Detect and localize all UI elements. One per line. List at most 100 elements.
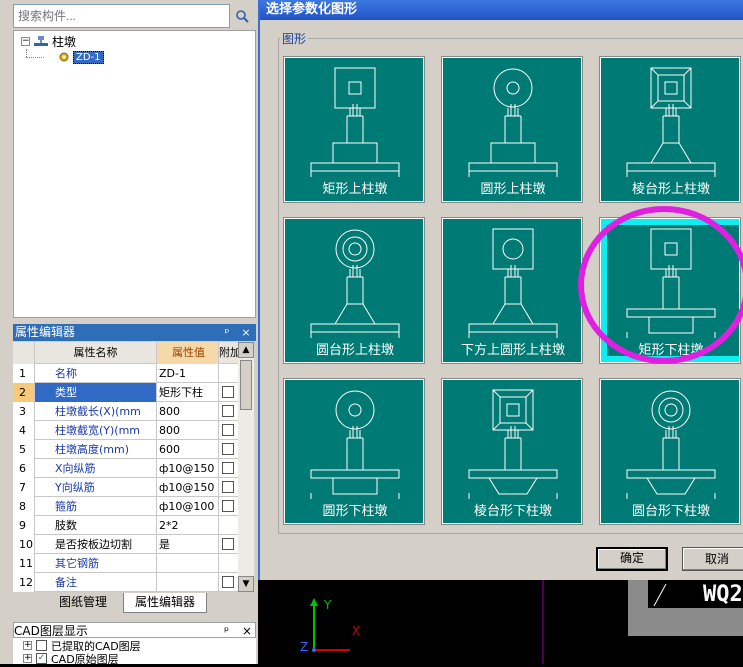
header-name: 属性名称 — [35, 342, 157, 364]
tab-drawing-management[interactable]: 图纸管理 — [33, 593, 133, 613]
shape-tile[interactable]: 矩形上柱墩 — [283, 56, 425, 203]
extra-checkbox[interactable] — [222, 538, 234, 550]
extra-checkbox[interactable] — [222, 386, 234, 398]
pier-icon — [34, 36, 48, 46]
shape-tile[interactable]: 圆形上柱墩 — [441, 56, 583, 203]
scroll-thumb[interactable] — [240, 360, 252, 410]
tree-item-zd1[interactable]: ZD-1 — [58, 49, 104, 65]
property-table: 属性名称 属性值 附加 1 名称 ZD-1 2 类型 矩形下柱 3 柱墩截长(X)(mm 800… — [13, 342, 238, 592]
property-value[interactable]: ф10@100 — [157, 497, 219, 516]
extra-checkbox[interactable] — [222, 443, 234, 455]
shape-tile[interactable]: 棱台形下柱墩 — [441, 378, 583, 525]
table-header: 属性名称 属性值 附加 — [13, 342, 238, 364]
property-value[interactable]: ф10@150 — [157, 478, 219, 497]
ok-button[interactable]: 确定 — [596, 547, 668, 571]
canvas-drawing — [310, 580, 743, 664]
property-value[interactable]: 800 — [157, 421, 219, 440]
shape-label: 圆形上柱墩 — [480, 182, 546, 197]
extra-checkbox[interactable] — [222, 405, 234, 417]
property-value[interactable]: 800 — [157, 402, 219, 421]
table-row[interactable]: 10 是否按板边切割是 — [13, 535, 238, 554]
shape-label: 下方上圆形上柱墩 — [460, 343, 565, 358]
table-row[interactable]: 11 其它钢筋 — [13, 554, 238, 573]
bottom-tabs: 图纸管理 属性编辑器 — [13, 593, 256, 615]
expand-icon[interactable]: + — [23, 654, 32, 663]
search-icon[interactable] — [232, 5, 252, 27]
layer-checkbox[interactable] — [36, 640, 47, 651]
tree-item-label: 柱墩 — [52, 34, 77, 49]
component-tree: − 柱墩 ZD-1 — [13, 30, 256, 318]
cad-layer-item[interactable]: + ✓ CAD原始图层 — [23, 652, 119, 666]
cancel-button[interactable]: 取消 — [682, 547, 743, 571]
group-label: 图形 — [280, 30, 309, 47]
shape-label: 棱台形下柱墩 — [473, 504, 552, 519]
scroll-down-icon[interactable]: ▼ — [238, 576, 254, 592]
property-value[interactable] — [157, 573, 219, 592]
shape-label: 矩形上柱墩 — [322, 182, 388, 197]
table-row[interactable]: 1 名称 ZD-1 — [13, 364, 238, 383]
property-name: 柱墩截宽(Y)(mm — [35, 421, 157, 440]
extra-checkbox[interactable] — [222, 576, 234, 588]
property-value[interactable]: 2*2 — [157, 516, 219, 535]
header-extra: 附加 — [219, 346, 238, 359]
panel-title: 属性编辑器 — [15, 325, 76, 339]
property-name: X向纵筋 — [35, 459, 157, 478]
extra-checkbox[interactable] — [222, 424, 234, 436]
panel-title: CAD图层显示 — [14, 624, 88, 638]
property-scrollbar[interactable]: ▲ ▼ — [238, 342, 254, 592]
search-input[interactable] — [13, 4, 230, 28]
property-value[interactable]: ф10@150 — [157, 459, 219, 478]
table-row[interactable]: 7 Y向纵筋 ф10@150 — [13, 478, 238, 497]
property-value[interactable]: 矩形下柱 — [157, 383, 219, 402]
row-number: 3 — [13, 402, 35, 421]
property-editor-titlebar: 属性编辑器 ᵖ × — [13, 324, 256, 341]
property-name: Y向纵筋 — [35, 478, 157, 497]
shape-tile[interactable]: 圆台形上柱墩 — [283, 217, 425, 364]
layer-label: CAD原始图层 — [51, 652, 119, 666]
table-row[interactable]: 9 肢数 2*2 — [13, 516, 238, 535]
dialog-title: 选择参数化图形 — [260, 0, 743, 20]
property-value[interactable]: ZD-1 — [157, 364, 219, 383]
gear-icon — [59, 52, 69, 62]
extra-checkbox[interactable] — [222, 462, 234, 474]
table-row[interactable]: 4 柱墩截宽(Y)(mm 800 — [13, 421, 238, 440]
table-row[interactable]: 5 柱墩高度(mm) 600 — [13, 440, 238, 459]
extra-checkbox[interactable] — [222, 481, 234, 493]
shape-tile[interactable]: 下方上圆形上柱墩 — [441, 217, 583, 364]
extra-cell — [219, 497, 238, 516]
extra-cell — [219, 383, 238, 402]
expand-icon[interactable]: + — [23, 641, 32, 650]
table-row[interactable]: 12 备注 — [13, 573, 238, 592]
shape-tile[interactable]: 圆形下柱墩 — [283, 378, 425, 525]
close-icon[interactable]: × — [242, 623, 252, 639]
collapse-icon[interactable]: − — [21, 36, 30, 46]
tab-property-editor[interactable]: 属性编辑器 — [123, 593, 207, 613]
shape-label: 圆台形上柱墩 — [315, 343, 394, 358]
table-row[interactable]: 6 X向纵筋 ф10@150 — [13, 459, 238, 478]
drawing-text: WQ2 — [703, 582, 743, 607]
row-number: 9 — [13, 516, 35, 535]
shape-tile[interactable]: 棱台形上柱墩 — [599, 56, 741, 203]
pin-icon[interactable]: ᵖ — [224, 623, 229, 639]
row-number: 8 — [13, 497, 35, 516]
property-value[interactable] — [157, 554, 219, 573]
pin-icon[interactable]: ᵖ — [221, 324, 233, 341]
cad-canvas[interactable]: Y X Z — [258, 580, 743, 664]
tree-item-pier[interactable]: − 柱墩 — [21, 33, 76, 49]
table-row[interactable]: 2 类型 矩形下柱 — [13, 383, 238, 402]
row-number: 11 — [13, 554, 35, 573]
shape-tile[interactable]: 圆台形下柱墩 — [599, 378, 741, 525]
scroll-up-icon[interactable]: ▲ — [238, 342, 254, 358]
shape-tile[interactable]: 矩形下柱墩 — [599, 217, 741, 364]
extra-cell — [219, 402, 238, 421]
extra-cell — [219, 573, 238, 592]
property-value[interactable]: 是 — [157, 535, 219, 554]
table-row[interactable]: 8 箍筋 ф10@100 — [13, 497, 238, 516]
extra-checkbox[interactable] — [222, 500, 234, 512]
close-icon[interactable]: × — [240, 324, 252, 341]
row-number: 2 — [13, 383, 35, 402]
property-value[interactable]: 600 — [157, 440, 219, 459]
layer-checkbox[interactable]: ✓ — [36, 653, 47, 664]
table-row[interactable]: 3 柱墩截长(X)(mm 800 — [13, 402, 238, 421]
axis-y-label: Y — [324, 598, 332, 612]
